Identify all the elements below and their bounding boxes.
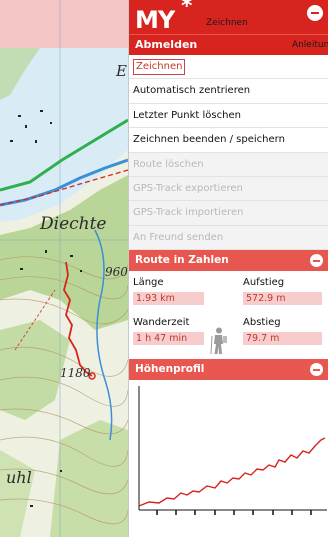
profile-x-ticks [156, 510, 312, 516]
elevation-profile-title: Höhenprofil [135, 363, 205, 376]
elevation-profile-chart [138, 386, 327, 516]
panel-header: MY * Zeichnen [129, 0, 328, 34]
guide-link[interactable]: Anleitung [292, 40, 328, 50]
menu-item-export-gps[interactable]: GPS-Track exportieren [129, 176, 328, 202]
map-label-lake: E [116, 62, 127, 80]
elevation-profile-header[interactable]: Höhenprofil [129, 359, 328, 381]
menu-item-import-gps[interactable]: GPS-Track importieren [129, 201, 328, 226]
collapse-route-stats-icon[interactable] [310, 254, 323, 268]
hiker-icon [210, 327, 227, 355]
side-panel: MY * Zeichnen Abmelden Anleitung Zeichne… [128, 0, 328, 537]
menu-item-delete-last-point[interactable]: Letzter Punkt löschen [129, 104, 328, 129]
route-stats-header[interactable]: Route in Zahlen [129, 250, 328, 272]
menu-item-delete-route[interactable]: Route löschen [129, 152, 328, 177]
panel-title: Zeichnen [206, 18, 248, 28]
map-label-bottom-place: uhl [6, 468, 32, 487]
draw-menu: Zeichnen Automatisch zentrieren Letzter … [129, 55, 328, 251]
logo-star: * [181, 0, 193, 19]
elevation-profile [129, 380, 328, 537]
walk-time-label: Wanderzeit [133, 317, 190, 329]
collapse-panel-icon[interactable] [307, 5, 323, 21]
collapse-elevation-profile-icon[interactable] [310, 363, 323, 377]
menu-item-draw[interactable]: Zeichnen [129, 55, 328, 80]
logout-link[interactable]: Abmelden [135, 38, 197, 51]
walk-time-value: 1 h 47 min [133, 332, 204, 346]
menu-item-finish-save[interactable]: Zeichnen beenden / speichern [129, 128, 328, 153]
account-bar: Abmelden Anleitung [129, 34, 328, 55]
route-stats: Länge 1.93 km Aufstieg 572.9 m Wanderzei… [129, 271, 328, 360]
route-stats-title: Route in Zahlen [135, 254, 229, 267]
map-label-place: Diechte [40, 214, 107, 234]
menu-item-draw-label: Zeichnen [133, 59, 186, 75]
ascent-value: 572.9 m [243, 292, 322, 306]
ascent-label: Aufstieg [243, 277, 285, 289]
elevation-profile-line [138, 437, 326, 507]
menu-item-auto-center[interactable]: Automatisch zentrieren [129, 79, 328, 104]
length-label: Länge [133, 277, 164, 289]
length-value: 1.93 km [133, 292, 204, 306]
map-label-elevation-2: 1180 [60, 366, 91, 380]
menu-item-send-friend[interactable]: An Freund senden [129, 225, 328, 251]
descent-label: Abstieg [243, 317, 281, 329]
descent-value: 79.7 m [243, 332, 322, 346]
map-label-elevation-1: 960 [105, 265, 128, 279]
